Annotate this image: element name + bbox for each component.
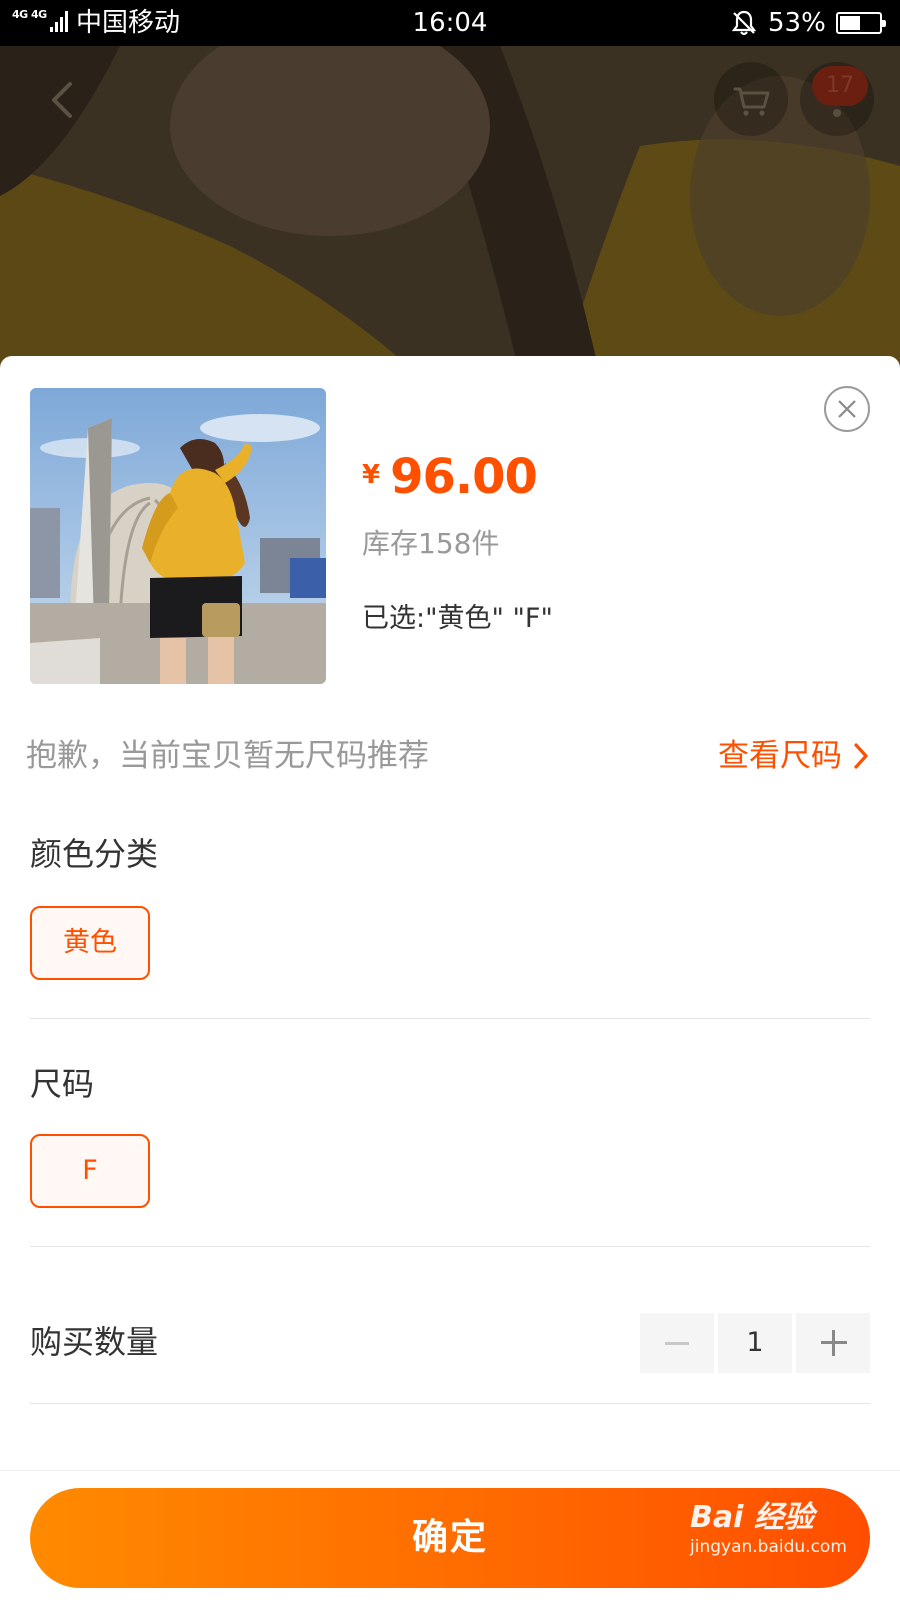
product-thumbnail — [30, 388, 326, 684]
quantity-label: 购买数量 — [30, 1323, 159, 1361]
currency-symbol: ¥ — [362, 460, 381, 490]
divider — [30, 1403, 870, 1404]
bell-muted-icon — [731, 10, 757, 36]
chevron-right-icon — [854, 743, 868, 769]
view-size-chart-label: 查看尺码 — [718, 738, 842, 774]
close-icon — [838, 400, 856, 418]
increase-quantity-button[interactable] — [796, 1313, 870, 1373]
chevron-left-icon[interactable] — [40, 72, 88, 128]
size-recommendation-note: 抱歉，当前宝贝暂无尺码推荐 — [26, 738, 429, 774]
more-icon — [833, 109, 841, 117]
battery-icon — [836, 12, 886, 34]
watermark-logo: Bai 经验 — [690, 1500, 814, 1535]
clock: 16:04 — [412, 8, 488, 38]
sku-selector-sheet: ¥96.00 库存158件 已选:"黄色" "F" 抱歉，当前宝贝暂无尺码推荐 … — [0, 356, 900, 1600]
price-amount: 96.00 — [390, 449, 538, 505]
stock-count: 库存158件 — [362, 527, 500, 560]
product-photo — [30, 388, 326, 684]
color-option-yellow[interactable]: 黄色 — [30, 906, 150, 980]
watermark: Bai 经验 jingyan.baidu.com — [690, 1500, 860, 1558]
divider — [30, 1018, 870, 1019]
price: ¥96.00 — [362, 449, 538, 505]
quantity-value[interactable]: 1 — [718, 1313, 792, 1373]
watermark-url: jingyan.baidu.com — [690, 1537, 847, 1557]
close-button[interactable] — [824, 386, 870, 432]
size-section-label: 尺码 — [30, 1065, 95, 1103]
battery-percent: 53% — [768, 8, 826, 38]
color-section-label: 颜色分类 — [30, 835, 159, 873]
cart-button[interactable] — [714, 62, 788, 136]
cart-icon — [733, 87, 770, 116]
divider — [30, 1246, 870, 1247]
status-bar: 4G 4G 中国移动 16:04 53% — [0, 0, 900, 46]
selected-sku: 已选:"黄色" "F" — [362, 603, 553, 634]
footer-divider — [0, 1470, 900, 1471]
size-option-f[interactable]: F — [30, 1134, 150, 1208]
view-size-chart-link[interactable]: 查看尺码 — [718, 736, 870, 776]
decrease-quantity-button[interactable] — [640, 1313, 714, 1373]
message-badge: 17 — [812, 66, 868, 106]
quantity-stepper: 1 — [640, 1313, 870, 1373]
